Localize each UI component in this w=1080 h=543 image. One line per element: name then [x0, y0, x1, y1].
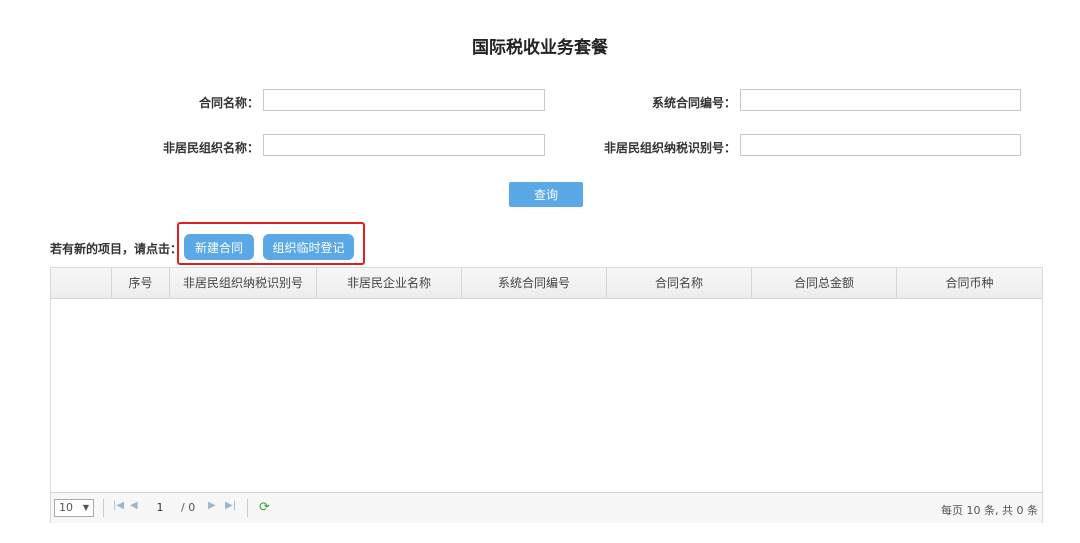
next-page-icon[interactable]: ▶ [208, 500, 216, 511]
column-header-contract-name[interactable]: 合同名称 [607, 268, 752, 298]
page-title: 国际税收业务套餐 [472, 38, 608, 58]
nonresident-org-name-input[interactable] [263, 134, 545, 156]
pagination-info: 每页 10 条, 共 0 条 [941, 504, 1038, 517]
system-contract-no-label: 系统合同编号： [651, 96, 736, 110]
contract-name-input[interactable] [263, 89, 545, 111]
column-header-system-contract-no[interactable]: 系统合同编号 [462, 268, 607, 298]
chevron-down-icon: ▼ [82, 503, 89, 512]
column-header-index[interactable]: 序号 [112, 268, 170, 298]
new-project-label: 若有新的项目，请点击： [50, 242, 183, 256]
pagination-bar: 10 ▼ |◀ ◀ 1 / 0 ▶ ▶| ⟳ 每页 10 条, 共 0 条 [51, 492, 1042, 523]
system-contract-no-input[interactable] [740, 89, 1021, 111]
temp-register-button[interactable]: 组织临时登记 [263, 234, 354, 260]
contract-table: 序号 非居民组织纳税识别号 非居民企业名称 系统合同编号 合同名称 合同总金额 … [50, 267, 1043, 523]
column-header-contract-amount[interactable]: 合同总金额 [752, 268, 897, 298]
column-header-currency[interactable]: 合同币种 [897, 268, 1042, 298]
total-pages: / 0 [181, 501, 196, 514]
contract-name-label: 合同名称： [198, 96, 259, 110]
first-page-icon[interactable]: |◀ [113, 500, 124, 511]
divider [103, 499, 104, 517]
refresh-icon[interactable]: ⟳ [259, 500, 270, 515]
nonresident-org-name-label: 非居民组织名称： [162, 141, 259, 155]
new-contract-button[interactable]: 新建合同 [184, 234, 254, 260]
last-page-icon[interactable]: ▶| [225, 500, 236, 511]
nonresident-org-taxid-input[interactable] [740, 134, 1021, 156]
page-size-value: 10 [59, 501, 73, 514]
query-button[interactable]: 查询 [509, 182, 583, 207]
prev-page-icon[interactable]: ◀ [130, 500, 138, 511]
column-header-enterprise-name[interactable]: 非居民企业名称 [317, 268, 462, 298]
current-page-input[interactable]: 1 [145, 499, 175, 517]
page-size-select[interactable]: 10 ▼ [54, 499, 94, 517]
table-header: 序号 非居民组织纳税识别号 非居民企业名称 系统合同编号 合同名称 合同总金额 … [51, 268, 1042, 299]
divider [247, 499, 248, 517]
column-header-select[interactable] [51, 268, 112, 298]
column-header-taxid[interactable]: 非居民组织纳税识别号 [170, 268, 317, 298]
nonresident-org-taxid-label: 非居民组织纳税识别号： [603, 141, 736, 155]
